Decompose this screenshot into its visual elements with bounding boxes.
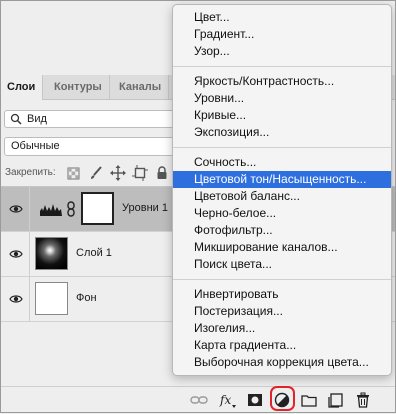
lock-transparent-pixels-icon[interactable] (66, 165, 82, 181)
new-group-folder-icon[interactable] (300, 391, 318, 409)
layer-name[interactable]: Уровни 1 (122, 202, 168, 214)
lock-label: Закрепить: (5, 167, 56, 178)
adjustment-layer-menu: Цвет... Градиент... Узор... Яркость/Конт… (172, 4, 392, 376)
visibility-eye-icon[interactable] (9, 203, 23, 215)
menu-separator (173, 279, 391, 280)
search-icon (10, 113, 22, 125)
menu-item-pattern[interactable]: Узор... (173, 43, 391, 60)
new-layer-icon[interactable] (327, 391, 345, 409)
filter-label: Вид (27, 113, 47, 125)
menu-item-brightness-contrast[interactable]: Яркость/Контрастность... (173, 73, 391, 90)
menu-item-color-balance[interactable]: Цветовой баланс... (173, 188, 391, 205)
menu-item-channel-mixer[interactable]: Микширование каналов... (173, 239, 391, 256)
menu-item-photo-filter[interactable]: Фотофильтр... (173, 222, 391, 239)
layer-mask-thumbnail[interactable] (81, 192, 114, 225)
visibility-eye-icon[interactable] (9, 248, 23, 260)
link-layers-icon[interactable] (190, 391, 208, 409)
visibility-eye-icon[interactable] (9, 293, 23, 305)
levels-adjustment-icon (40, 204, 62, 216)
layers-bottom-toolbar: fx (0, 386, 396, 414)
visibility-divider (29, 187, 30, 232)
tab-paths[interactable]: Контуры (47, 75, 110, 99)
lock-icon[interactable] (154, 165, 170, 181)
menu-item-exposure[interactable]: Экспозиция... (173, 124, 391, 141)
menu-item-levels[interactable]: Уровни... (173, 90, 391, 107)
chain-link-icon[interactable] (66, 201, 76, 217)
visibility-divider (29, 232, 30, 277)
menu-item-invert[interactable]: Инвертировать (173, 286, 391, 303)
layer-thumbnail[interactable] (35, 237, 68, 270)
menu-item-black-white[interactable]: Черно-белое... (173, 205, 391, 222)
menu-item-color-lookup[interactable]: Поиск цвета... (173, 256, 391, 273)
move-icon[interactable] (110, 165, 126, 181)
layer-style-fx-icon[interactable]: fx (219, 391, 237, 409)
layer-name[interactable]: Слой 1 (76, 247, 112, 259)
menu-separator (173, 66, 391, 67)
tab-layers[interactable]: Слои (0, 75, 44, 100)
layer-name[interactable]: Фон (76, 292, 97, 304)
menu-item-selective-color[interactable]: Выборочная коррекция цвета... (173, 354, 391, 371)
brush-icon[interactable] (88, 165, 104, 181)
blend-mode-select[interactable]: Обычные (4, 137, 174, 156)
add-mask-icon[interactable] (246, 391, 264, 409)
highlight-annotation-box (270, 386, 295, 411)
menu-item-threshold[interactable]: Изогелия... (173, 320, 391, 337)
menu-item-curves[interactable]: Кривые... (173, 107, 391, 124)
layer-thumbnail[interactable] (35, 282, 68, 315)
menu-item-vibrance[interactable]: Сочность... (173, 154, 391, 171)
menu-item-gradient[interactable]: Градиент... (173, 26, 391, 43)
menu-separator (173, 147, 391, 148)
blend-mode-value: Обычные (11, 140, 60, 152)
tab-channels[interactable]: Каналы (112, 75, 170, 99)
menu-item-posterize[interactable]: Постеризация... (173, 303, 391, 320)
menu-item-solid-color[interactable]: Цвет... (173, 9, 391, 26)
menu-item-hue-saturation[interactable]: Цветовой тон/Насыщенность... (173, 171, 391, 188)
trash-delete-icon[interactable] (354, 391, 372, 409)
layer-filter-select[interactable]: Вид (4, 110, 174, 128)
artboard-icon[interactable] (132, 165, 148, 181)
svg-text:fx: fx (219, 393, 231, 407)
visibility-divider (29, 277, 30, 322)
menu-item-gradient-map[interactable]: Карта градиента... (173, 337, 391, 354)
